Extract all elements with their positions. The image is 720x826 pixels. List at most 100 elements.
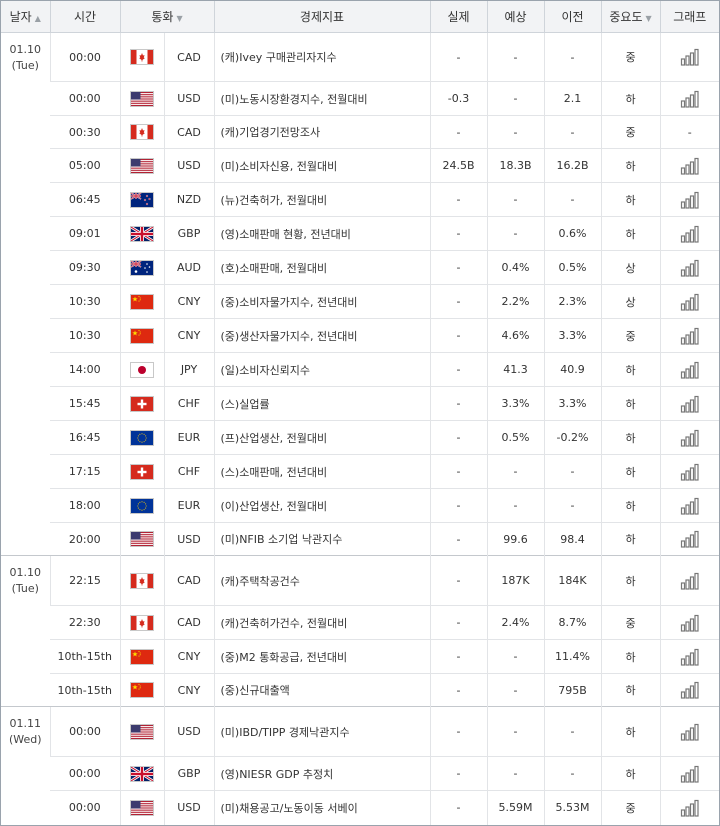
event-row[interactable]: 16:45 EUR (프)산업생산, 전월대비 -0.5% -0.2% 하 xyxy=(1,420,719,455)
event-row[interactable]: 10th-15th CNY (중)M2 통화공급, 전년대비 - -11.4% 하 xyxy=(1,639,719,674)
bar-chart-icon[interactable] xyxy=(680,765,700,783)
bar-chart-icon[interactable] xyxy=(680,799,700,817)
indicator-cell[interactable]: (미)채용공고/노동이동 서베이 xyxy=(213,790,430,825)
indicator-cell[interactable]: (미)노동시장환경지수, 전월대비 xyxy=(213,81,430,116)
bar-chart-icon[interactable] xyxy=(680,614,700,632)
flag-cell xyxy=(119,318,164,353)
bar-chart-icon[interactable] xyxy=(680,259,700,277)
bar-chart-icon[interactable] xyxy=(680,293,700,311)
previous-cell: 3.3% xyxy=(543,318,601,353)
bar-chart-icon[interactable] xyxy=(680,572,700,590)
event-row[interactable]: 00:00 USD (미)채용공고/노동이동 서베이 -5.59M 5.53M 중 xyxy=(1,790,719,825)
header-importance[interactable]: 중요도 ▼ xyxy=(600,1,661,33)
forecast-cell: - xyxy=(486,115,544,149)
bar-chart-icon[interactable] xyxy=(680,191,700,209)
importance-cell: 하 xyxy=(600,386,660,421)
economic-calendar-table: 날자 ▲ 시간 통화 ▼ 경제지표 실제 예상 이전 중요도 ▼ 그래프 01.10(… xyxy=(1,1,719,825)
flag-cell xyxy=(119,352,164,387)
currency-cell: CNY xyxy=(163,284,214,319)
indicator-cell[interactable]: (스)소매판매, 전년대비 xyxy=(213,454,430,489)
bar-chart-icon[interactable] xyxy=(680,497,700,515)
indicator-cell[interactable]: (미)소비자신용, 전월대비 xyxy=(213,148,430,183)
currency-cell: CAD xyxy=(163,605,214,640)
bar-chart-icon[interactable] xyxy=(680,429,700,447)
bar-chart-icon[interactable] xyxy=(680,463,700,481)
event-row[interactable]: 22:30 CAD (캐)건축허가건수, 전월대비 -2.4% 8.7% 중 xyxy=(1,605,719,640)
indicator-cell[interactable]: (미)IBD/TIPP 경제낙관지수 xyxy=(213,706,430,757)
indicator-cell[interactable]: (중)신규대출액 xyxy=(213,673,430,707)
indicator-cell[interactable]: (중)소비자물가지수, 전년대비 xyxy=(213,284,430,319)
indicator-cell[interactable]: (영)소매판매 현황, 전년대비 xyxy=(213,216,430,251)
event-row[interactable]: 01.10 (Tue) 22:15 CAD (캐)주택착공건수 -187K 184K 하 xyxy=(1,555,719,707)
header-currency-label: 통화 xyxy=(151,10,174,24)
flag-cell xyxy=(119,639,164,674)
bar-chart-icon[interactable] xyxy=(680,327,700,345)
event-row[interactable]: 20:00 USD (미)NFIB 소기업 낙관지수 -99.6 98.4 하 xyxy=(1,522,719,556)
event-row[interactable]: 10:30 CNY (중)소비자물가지수, 전년대비 -2.2% 2.3% 상 xyxy=(1,284,719,319)
actual-cell: - xyxy=(429,318,487,353)
event-row[interactable]: 09:01 GBP (영)소매판매 현황, 전년대비 - -0.6% 하 xyxy=(1,216,719,251)
event-row[interactable]: 05:00 USD (미)소비자신용, 전월대비 24.5B 18.3B 16.2B 하 xyxy=(1,148,719,183)
indicator-cell[interactable]: (스)실업률 xyxy=(213,386,430,421)
bar-chart-icon[interactable] xyxy=(680,681,700,699)
event-row[interactable]: 14:00 JPY (일)소비자신뢰지수 -41.3 40.9 하 xyxy=(1,352,719,387)
indicator-cell[interactable]: (캐)Ivey 구매관리자지수 xyxy=(213,32,430,82)
event-row[interactable]: 01.11 (Wed) 00:00 USD (미)IBD/TIPP 경제낙관지수 - - - 하 xyxy=(1,706,719,825)
bar-chart-icon[interactable] xyxy=(680,48,700,66)
bar-chart-icon[interactable] xyxy=(680,530,700,548)
time-cell: 16:45 xyxy=(50,420,120,455)
graph-cell xyxy=(659,386,719,421)
header-date[interactable]: 날자 ▲ xyxy=(1,1,51,33)
indicator-cell[interactable]: (영)NIESR GDP 추정치 xyxy=(213,756,430,791)
importance-cell: 하 xyxy=(600,639,660,674)
bar-chart-icon[interactable] xyxy=(680,225,700,243)
bar-chart-icon[interactable] xyxy=(680,723,700,741)
graph-cell xyxy=(659,318,719,353)
event-row[interactable]: 00:00 GBP (영)NIESR GDP 추정치 - - - 하 xyxy=(1,756,719,791)
bar-chart-icon[interactable] xyxy=(680,648,700,666)
event-row[interactable]: 18:00 EUR (이)산업생산, 전월대비 - - - 하 xyxy=(1,488,719,523)
bar-chart-icon[interactable] xyxy=(680,157,700,175)
event-row[interactable]: 10:30 CNY (중)생산자물가지수, 전년대비 -4.6% 3.3% 중 xyxy=(1,318,719,353)
importance-cell: 하 xyxy=(600,81,660,116)
event-row[interactable]: 10th-15th CNY (중)신규대출액 - -795B 하 xyxy=(1,673,719,707)
indicator-cell[interactable]: (일)소비자신뢰지수 xyxy=(213,352,430,387)
actual-cell: - xyxy=(429,673,487,707)
currency-cell: CHF xyxy=(163,386,214,421)
graph-cell xyxy=(659,639,719,674)
event-row[interactable]: 06:45 NZD (뉴)건축허가, 전월대비 - - - 하 xyxy=(1,182,719,217)
forecast-cell: - xyxy=(486,81,544,116)
indicator-cell[interactable]: (캐)기업경기전망조사 xyxy=(213,115,430,149)
header-currency[interactable]: 통화 ▼ xyxy=(119,1,215,33)
indicator-cell[interactable]: (이)산업생산, 전월대비 xyxy=(213,488,430,523)
indicator-cell[interactable]: (미)NFIB 소기업 낙관지수 xyxy=(213,522,430,556)
flag-cell xyxy=(119,216,164,251)
indicator-cell[interactable]: (중)M2 통화공급, 전년대비 xyxy=(213,639,430,674)
event-row[interactable]: 09:30 AUD (호)소매판매, 전월대비 -0.4% 0.5% 상 xyxy=(1,250,719,285)
indicator-cell[interactable]: (캐)주택착공건수 xyxy=(213,555,430,606)
time-cell: 00:00 xyxy=(50,790,120,825)
event-row[interactable]: 00:30 CAD (캐)기업경기전망조사 - - - 중 - xyxy=(1,115,719,149)
event-row[interactable]: 01.10 (Tue) 00:00 CAD (캐)Ivey 구매관리자지수 - - - 중 xyxy=(1,32,719,82)
japan-flag-icon xyxy=(130,361,154,378)
event-row[interactable]: 17:15 CHF (스)소매판매, 전년대비 - - - 하 xyxy=(1,454,719,489)
indicator-cell[interactable]: (호)소매판매, 전월대비 xyxy=(213,250,430,285)
bar-chart-icon[interactable] xyxy=(680,395,700,413)
bar-chart-icon[interactable] xyxy=(680,90,700,108)
event-row[interactable]: 00:00 USD (미)노동시장환경지수, 전월대비 -0.3-2.1 하 xyxy=(1,81,719,116)
graph-cell xyxy=(659,756,719,791)
bar-chart-icon[interactable] xyxy=(680,361,700,379)
time-cell: 06:45 xyxy=(50,182,120,217)
event-row[interactable]: 15:45 CHF (스)실업률 -3.3% 3.3% 하 xyxy=(1,386,719,421)
indicator-cell[interactable]: (프)산업생산, 전월대비 xyxy=(213,420,430,455)
canada-flag-icon xyxy=(130,572,154,589)
previous-cell: 40.9 xyxy=(543,352,601,387)
time-cell: 00:30 xyxy=(50,115,120,149)
indicator-cell[interactable]: (캐)건축허가건수, 전월대비 xyxy=(213,605,430,640)
indicator-cell[interactable]: (뉴)건축허가, 전월대비 xyxy=(213,182,430,217)
indicator-cell[interactable]: (중)생산자물가지수, 전년대비 xyxy=(213,318,430,353)
time-cell: 10:30 xyxy=(50,284,120,319)
currency-cell: CNY xyxy=(163,673,214,707)
importance-cell: 하 xyxy=(600,673,660,707)
currency-cell: USD xyxy=(163,790,214,825)
